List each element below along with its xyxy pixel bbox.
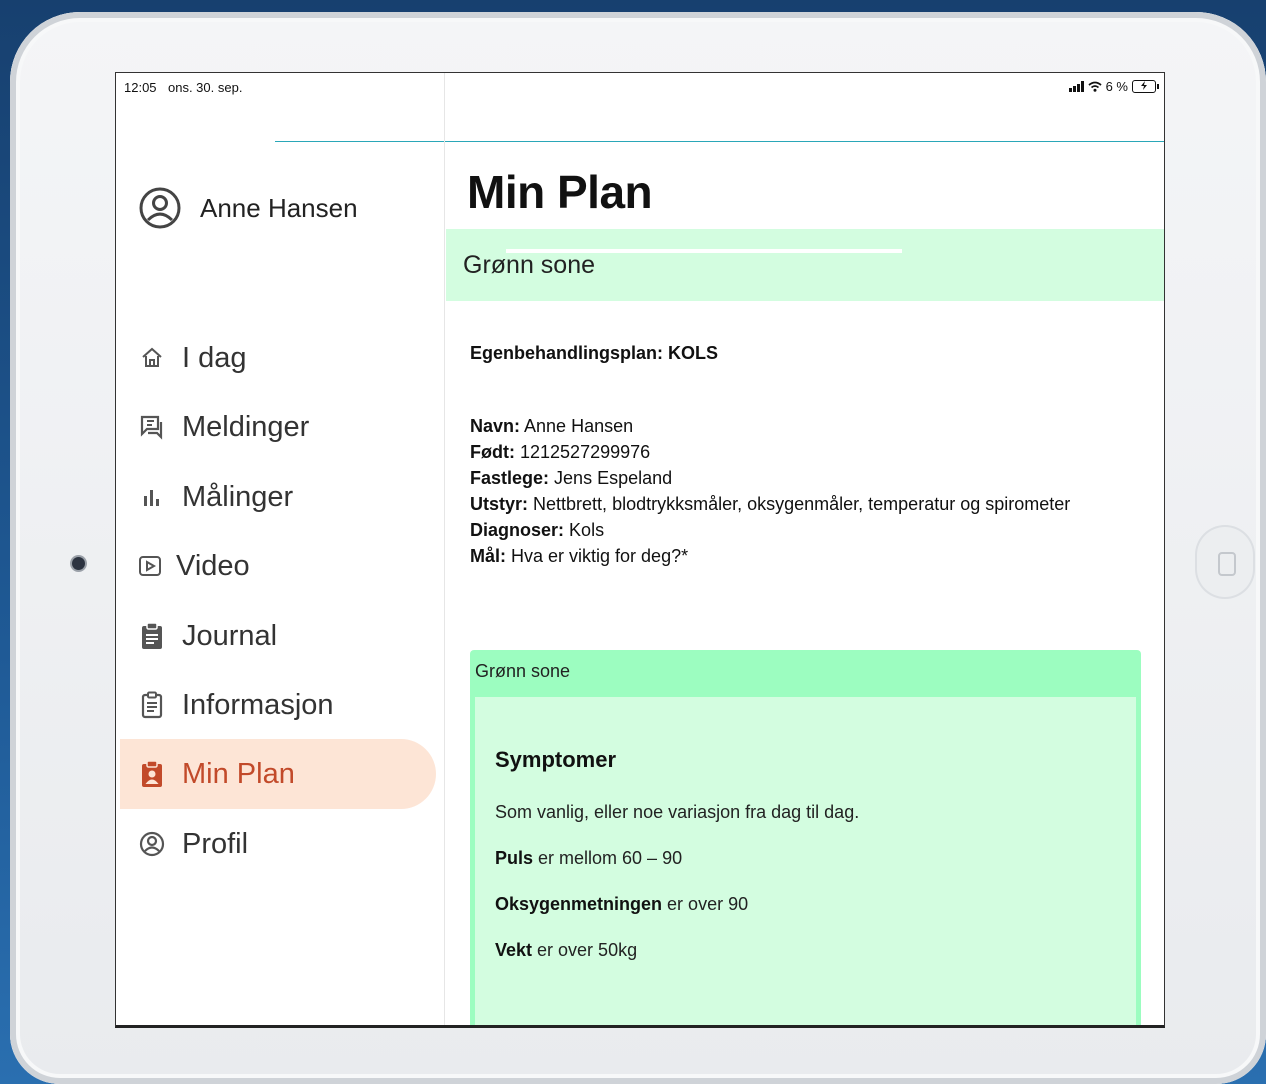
zone-card-body: Symptomer Som vanlig, eller noe variasjo… [475, 697, 1136, 1025]
info-label: Fastlege: [470, 468, 550, 488]
profile-icon [138, 830, 166, 858]
camera-icon [72, 557, 85, 570]
info-value: Nettbrett, blodtrykksmåler, oksygenmåler… [533, 494, 1071, 514]
info-row: Diagnoser: Kols [470, 517, 1070, 543]
main-content: Min Plan Grønn sone Egenbehandlingsplan:… [446, 73, 1164, 1025]
sidebar-item-label: Informasjon [182, 688, 334, 721]
home-icon [138, 344, 166, 372]
info-row: Navn: Anne Hansen [470, 413, 1070, 439]
symptom-key: Oksygenmetningen [495, 894, 663, 914]
info-label: Født: [470, 442, 515, 462]
sidebar: Anne Hansen I dag Meldinger Målinger Vid… [116, 73, 445, 1025]
patient-info: Navn: Anne Hansen Født: 1212527299976 Fa… [470, 413, 1070, 569]
info-row: Utstyr: Nettbrett, blodtrykksmåler, oksy… [470, 491, 1070, 517]
symptom-value: er mellom 60 – 90 [533, 848, 683, 868]
info-row: Fastlege: Jens Espeland [470, 465, 1070, 491]
sidebar-item-label: Profil [182, 827, 249, 860]
symptom-key: Puls [495, 848, 534, 868]
home-button[interactable] [1195, 525, 1255, 599]
bar-chart-icon [138, 483, 166, 511]
zone-header-label: Grønn sone [463, 251, 596, 279]
user-profile[interactable]: Anne Hansen [138, 186, 358, 230]
sidebar-item-malinger[interactable]: Målinger [120, 462, 436, 532]
page-title: Min Plan [467, 166, 653, 218]
info-row: Mål: Hva er viktig for deg?* [470, 543, 1070, 569]
symptom-value: er over 90 [662, 894, 749, 914]
info-label: Navn: [470, 416, 521, 436]
sidebar-item-label: I dag [182, 341, 247, 374]
clipboard-user-icon [138, 760, 166, 788]
sidebar-item-informasjon[interactable]: Informasjon [120, 670, 436, 740]
info-value: 1212527299976 [520, 442, 651, 462]
info-label: Utstyr: [470, 494, 529, 514]
sidebar-item-meldinger[interactable]: Meldinger [120, 392, 436, 462]
user-name: Anne Hansen [200, 192, 358, 223]
info-label: Diagnoser: [470, 520, 565, 540]
sidebar-item-label: Journal [182, 619, 278, 652]
sidebar-item-i-dag[interactable]: I dag [120, 323, 436, 393]
user-circle-icon [139, 187, 181, 229]
sidebar-item-label: Meldinger [182, 410, 310, 443]
sidebar-item-label: Målinger [182, 480, 294, 513]
sidebar-item-profil[interactable]: Profil [120, 809, 436, 879]
info-value: Anne Hansen [524, 416, 634, 436]
info-row: Født: 1212527299976 [470, 439, 1070, 465]
sidebar-item-video[interactable]: Video [120, 531, 436, 601]
info-value: Jens Espeland [554, 468, 673, 488]
info-value: Kols [569, 520, 605, 540]
play-icon [136, 552, 164, 580]
symptom-line: Vekt er over 50kg [495, 940, 637, 961]
sidebar-item-label: Min Plan [182, 757, 295, 790]
clipboard-list-icon [138, 691, 166, 719]
green-zone-card: Grønn sone Symptomer Som vanlig, eller n… [470, 650, 1141, 1025]
clipboard-icon [138, 622, 166, 650]
info-label: Mål: [470, 546, 506, 566]
symptom-key: Vekt [495, 940, 533, 960]
zone-header: Grønn sone [446, 229, 1164, 301]
symptom-line: Oksygenmetningen er over 90 [495, 894, 748, 915]
info-value: Hva er viktig for deg?* [511, 546, 689, 566]
symptom-line: Puls er mellom 60 – 90 [495, 848, 682, 869]
home-square-icon [1218, 552, 1236, 576]
chat-icon [138, 413, 166, 441]
sidebar-item-label: Video [176, 549, 250, 582]
symptom-value: er over 50kg [532, 940, 638, 960]
app-screen: 12:05 ons. 30. sep. 6 % Anne Hansen I da… [115, 72, 1165, 1028]
zone-card-label: Grønn sone [475, 661, 571, 681]
symptoms-title: Symptomer [495, 747, 617, 772]
sidebar-item-min-plan[interactable]: Min Plan [120, 739, 436, 809]
sidebar-item-journal[interactable]: Journal [120, 601, 436, 671]
plan-title: Egenbehandlingsplan: KOLS [470, 343, 719, 363]
symptoms-text: Som vanlig, eller noe variasjon fra dag … [495, 802, 860, 822]
